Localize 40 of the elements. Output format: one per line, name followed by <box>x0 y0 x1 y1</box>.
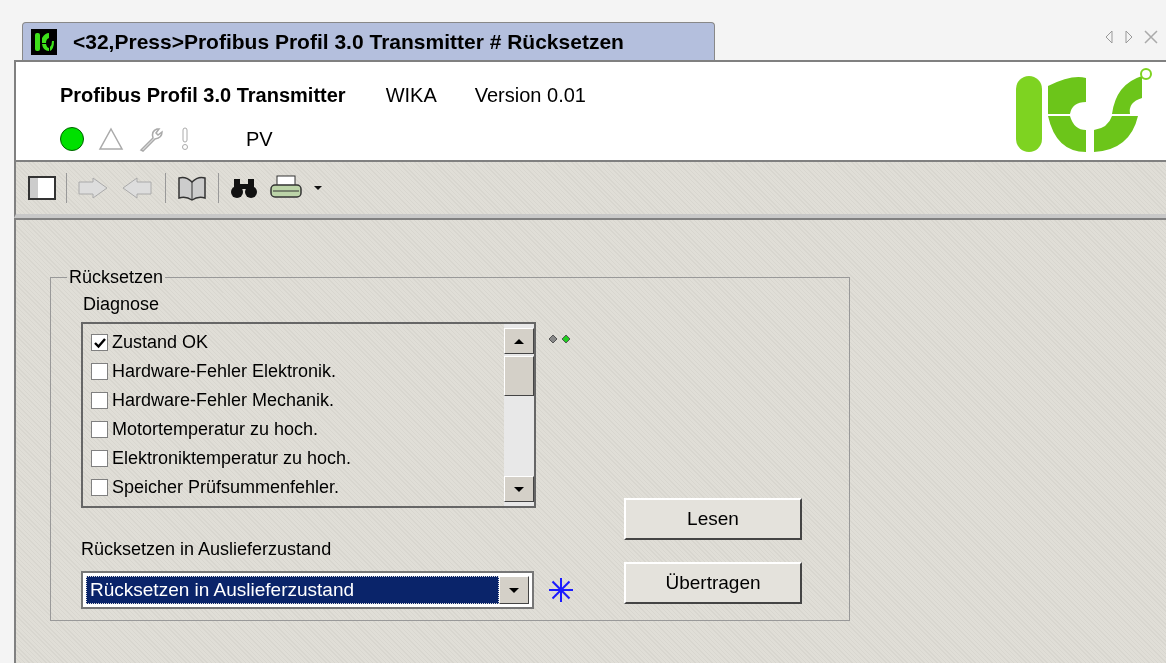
exclamation-icon <box>180 126 190 152</box>
scroll-up-icon[interactable] <box>513 337 525 345</box>
checkbox[interactable] <box>91 363 108 380</box>
diagnose-item-label: Speicher Prüfsummenfehler. <box>112 476 340 499</box>
diagnose-item-label: Motortemperatur zu hoch. <box>112 418 319 441</box>
action-button[interactable]: Lesen <box>624 498 802 540</box>
dropdown-caret-icon[interactable] <box>508 586 520 594</box>
checkbox[interactable] <box>91 421 108 438</box>
diagnose-item-label: Hardware-Fehler Mechanik. <box>112 389 335 412</box>
wrench-icon <box>138 125 166 153</box>
warning-triangle-icon <box>98 127 124 151</box>
pv-label: PV <box>246 127 273 152</box>
manufacturer-name: WIKA <box>385 83 437 108</box>
checkbox[interactable] <box>91 450 108 467</box>
checkbox[interactable] <box>91 392 108 409</box>
device-name: Profibus Profil 3.0 Transmitter <box>60 83 346 108</box>
book-icon[interactable] <box>176 174 208 202</box>
scroll-left-icon[interactable] <box>1104 30 1114 44</box>
reset-label: Rücksetzen in Auslieferzustand <box>81 538 333 561</box>
checkbox[interactable] <box>91 479 108 496</box>
diagnose-item-label: Elektroniktemperatur zu hoch. <box>112 447 352 470</box>
scroll-down-icon[interactable] <box>513 485 525 493</box>
action-button[interactable]: Übertragen <box>624 562 802 604</box>
diagnose-item-label: Hardware-Fehler Elektronik. <box>112 360 337 383</box>
scrollbar-thumb[interactable] <box>504 356 534 396</box>
binoculars-icon[interactable] <box>229 176 259 200</box>
group-title: Rücksetzen <box>68 266 165 289</box>
reset-dropdown[interactable]: Rücksetzen in Auslieferzustand <box>81 571 534 609</box>
checkbox[interactable] <box>91 334 108 351</box>
panel-toggle-icon[interactable] <box>28 176 56 200</box>
diagnose-label: Diagnose <box>83 293 161 316</box>
document-tab[interactable]: <32,Press>Profibus Profil 3.0 Transmitter # Rücksetzen <box>22 22 715 60</box>
logo-icon <box>31 28 57 55</box>
status-ok-icon <box>60 127 84 151</box>
dropdown-caret-icon[interactable] <box>313 185 323 191</box>
scroll-right-icon[interactable] <box>1124 30 1134 44</box>
version-label: Version 0.01 <box>474 83 586 108</box>
modified-asterisk-icon <box>548 577 574 603</box>
diagnose-item-label: Zustand OK <box>112 331 209 354</box>
scrollbar[interactable] <box>504 324 534 506</box>
